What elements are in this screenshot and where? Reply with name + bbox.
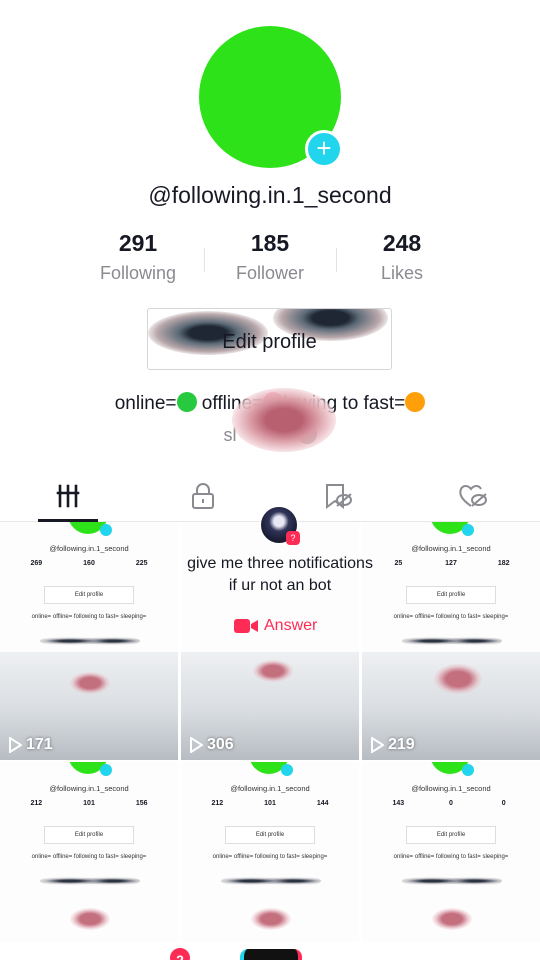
- online-status-dot: [176, 392, 197, 412]
- mini-stat: 127: [445, 560, 457, 567]
- profile-username: @following.in.1_second: [148, 182, 392, 208]
- mini-username: @following.in.1_second: [230, 784, 310, 793]
- mini-stats: 143 0 0: [372, 800, 530, 807]
- play-icon: [371, 737, 384, 753]
- video-thumbnail[interactable]: @following.in.1_second 212 101 156 Edit pr…: [0, 762, 178, 942]
- mini-profile-screenshot: @following.in.1_second 212 101 156 Edit pr…: [0, 762, 178, 942]
- mini-plus-icon: [100, 524, 112, 536]
- mini-stat: 212: [30, 800, 43, 807]
- video-camera-icon: [234, 619, 258, 633]
- mini-eye-sticker: [221, 874, 321, 888]
- plus-icon[interactable]: +: [305, 130, 343, 168]
- mini-stat: 143: [392, 800, 405, 807]
- mini-stat: 101: [83, 800, 95, 807]
- view-count: 171: [8, 736, 53, 754]
- lips-sticker: [232, 388, 336, 452]
- mini-eye-sticker: [402, 634, 502, 648]
- mini-stat: 225: [135, 560, 148, 567]
- question-badge: ?: [286, 531, 300, 545]
- mini-username: @following.in.1_second: [49, 784, 129, 793]
- comment-reply-card[interactable]: ? give me three notifications if ur not …: [162, 505, 398, 655]
- profile-stats: 291 Following 185 Follower 248 Likes: [72, 230, 468, 290]
- mini-edit-profile: Edit profile: [44, 586, 134, 604]
- stat-followers[interactable]: 185 Follower: [204, 230, 336, 290]
- view-count-value: 219: [388, 736, 415, 753]
- mini-profile-screenshot: @following.in.1_second 212 101 144 Edit pr…: [181, 762, 359, 942]
- video-thumbnail[interactable]: @following.in.1_second 212 101 144 Edit pr…: [181, 762, 359, 942]
- profile-avatar[interactable]: +: [199, 26, 343, 168]
- mini-lips-sticker: [434, 664, 482, 694]
- mini-lips-sticker: [70, 672, 110, 694]
- mini-eye-sticker: [402, 874, 502, 888]
- mini-stats: 212 101 156: [10, 800, 168, 807]
- comment-text: give me three notifications if ur not an…: [187, 555, 373, 594]
- stat-label: Following: [99, 263, 177, 283]
- tab-videos[interactable]: [0, 470, 135, 522]
- create-button[interactable]: [240, 949, 302, 960]
- following-status-dot: [405, 392, 426, 412]
- mini-stat: 0: [449, 800, 453, 807]
- view-count: 306: [189, 736, 234, 754]
- mini-eye-sticker: [40, 634, 140, 648]
- stat-label: Likes: [380, 263, 424, 283]
- mini-stat: 212: [211, 800, 224, 807]
- view-count: 219: [370, 736, 415, 754]
- liked-hidden-icon: [458, 484, 487, 507]
- mini-bio: online= offline= following to fast= slee…: [31, 614, 147, 620]
- mini-edit-profile: Edit profile: [406, 826, 496, 844]
- mini-plus-icon: [100, 764, 112, 776]
- mini-eye-sticker: [40, 874, 140, 888]
- video-thumbnail[interactable]: @following.in.1_second 143 0 0 Edit profil…: [362, 762, 540, 942]
- mini-lips-sticker: [253, 660, 293, 682]
- mini-bio: online= offline= following to fast= slee…: [31, 854, 147, 860]
- stat-value: 248: [382, 230, 422, 256]
- mini-plus-icon: [281, 764, 293, 776]
- edit-profile-label: Edit profile: [222, 331, 317, 353]
- edit-profile-button[interactable]: Edit profile: [147, 308, 392, 370]
- mini-stat: 269: [30, 560, 43, 567]
- stat-value: 185: [250, 230, 290, 256]
- bio-online-text: online=: [114, 393, 177, 414]
- mini-username: @following.in.1_second: [411, 784, 491, 793]
- mini-bio: online= offline= following to fast= slee…: [393, 854, 509, 860]
- mini-stat: 182: [497, 560, 510, 567]
- mini-profile-screenshot: @following.in.1_second 143 0 0 Edit profil…: [362, 762, 540, 942]
- mini-stat: 160: [83, 560, 95, 567]
- video-thumbnail[interactable]: @following.in.1_second 269 160 225 Edit pr…: [0, 522, 178, 760]
- stat-label: Follower: [235, 263, 305, 283]
- mini-edit-profile: Edit profile: [225, 826, 315, 844]
- play-icon: [9, 737, 22, 753]
- mini-plus-icon: [462, 764, 474, 776]
- stat-likes[interactable]: 248 Likes: [336, 230, 468, 290]
- mini-profile-screenshot: @following.in.1_second 269 160 225 Edit pr…: [0, 522, 178, 652]
- view-count-value: 306: [207, 736, 234, 753]
- play-icon: [190, 737, 203, 753]
- mini-stats: 212 101 144: [191, 800, 349, 807]
- stat-value: 291: [118, 230, 158, 256]
- answer-button[interactable]: Answer: [234, 617, 317, 635]
- mini-lips-sticker: [251, 908, 291, 930]
- mini-stat: 156: [135, 800, 148, 807]
- view-count-value: 171: [26, 736, 53, 753]
- mini-stat: 0: [501, 800, 506, 807]
- mini-username: @following.in.1_second: [49, 544, 129, 553]
- answer-label: Answer: [264, 617, 318, 634]
- mini-stat: 144: [316, 800, 329, 807]
- mini-stats: 269 160 225: [10, 560, 168, 567]
- mini-edit-profile: Edit profile: [406, 586, 496, 604]
- mini-lips-sticker: [432, 908, 472, 930]
- mini-bio: online= offline= following to fast= slee…: [212, 854, 328, 860]
- grid-icon: [56, 484, 79, 507]
- tab-liked[interactable]: [405, 470, 540, 521]
- mini-edit-profile: Edit profile: [44, 826, 134, 844]
- stat-following[interactable]: 291 Following: [72, 230, 204, 290]
- mini-plus-icon: [462, 524, 474, 536]
- mini-stat: 101: [264, 800, 276, 807]
- mini-lips-sticker: [70, 908, 110, 930]
